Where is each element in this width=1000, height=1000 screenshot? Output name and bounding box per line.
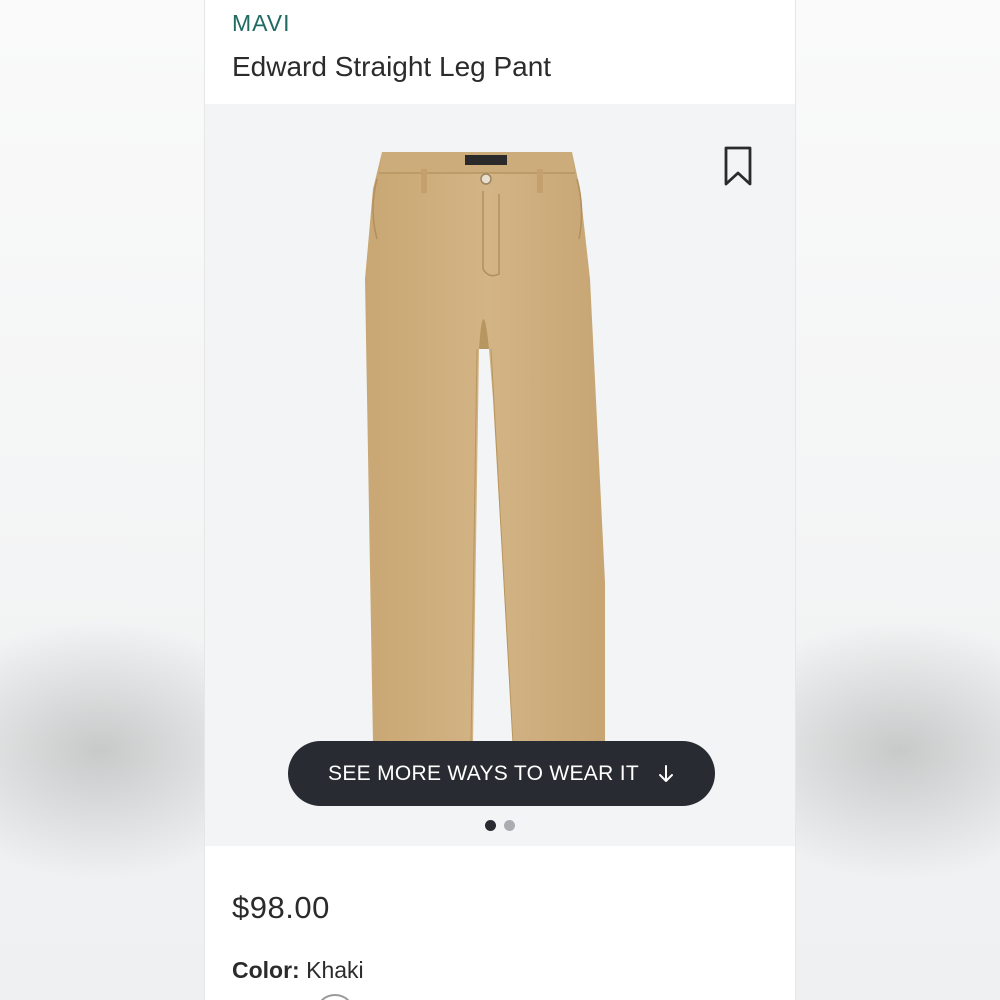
product-price: $98.00 bbox=[232, 890, 330, 925]
product-image-carousel[interactable]: SEE MORE WAYS TO WEAR IT bbox=[205, 104, 795, 846]
carousel-dot-2[interactable] bbox=[504, 820, 515, 831]
carousel-dot-1[interactable] bbox=[485, 820, 496, 831]
color-label: Color: bbox=[232, 957, 300, 983]
product-image-pants bbox=[365, 152, 605, 745]
carousel-pagination bbox=[485, 820, 515, 831]
color-value: Khaki bbox=[306, 957, 364, 983]
bookmark-icon[interactable] bbox=[723, 146, 753, 186]
background-left bbox=[0, 0, 205, 1000]
arrow-down-icon bbox=[658, 764, 673, 782]
background-right bbox=[795, 0, 1000, 1000]
color-selection: Color: Khaki bbox=[232, 957, 364, 984]
product-title: Edward Straight Leg Pant bbox=[232, 51, 552, 82]
brand-name[interactable]: MAVI bbox=[232, 10, 291, 37]
see-more-ways-button[interactable]: SEE MORE WAYS TO WEAR IT bbox=[288, 741, 715, 806]
product-card: MAVI Edward Straight Leg Pant SEE MORE W… bbox=[204, 0, 796, 1000]
see-more-ways-label: SEE MORE WAYS TO WEAR IT bbox=[328, 761, 639, 785]
color-swatch[interactable] bbox=[315, 994, 355, 1000]
